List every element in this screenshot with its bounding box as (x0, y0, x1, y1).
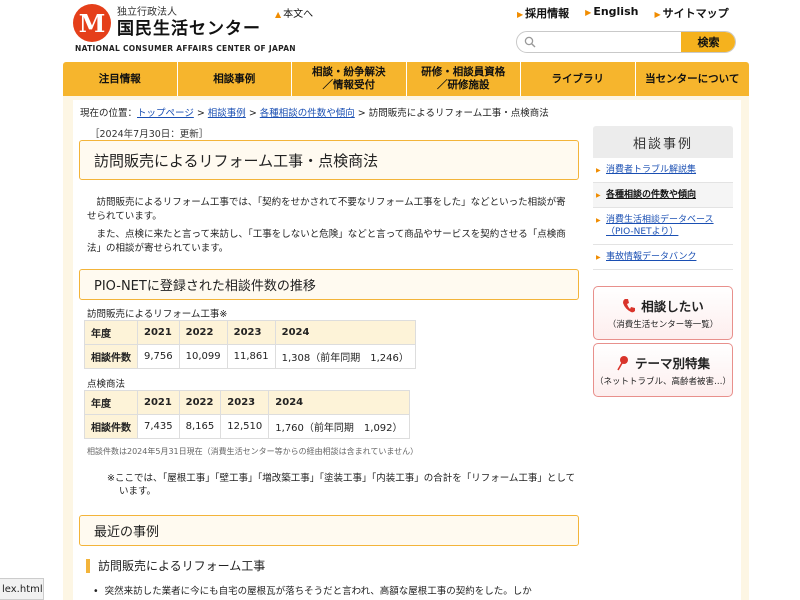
nav-item-training[interactable]: 研修・相談員資格 ／研修施設 (407, 62, 521, 96)
phone-icon (623, 298, 636, 312)
table-row: 年度 2021 2022 2023 2024 (84, 320, 416, 345)
reform-count-table: 年度 2021 2022 2023 2024 相談件数 9,756 10,099… (84, 320, 416, 369)
table-row: 相談件数 7,435 8,165 12,510 1,760（前年同期 1,092… (84, 414, 410, 439)
logo-mark-icon: M (73, 4, 111, 42)
global-nav: 注目情報 相談事例 相談・紛争解決 ／情報受付 研修・相談員資格 ／研修施設 ラ… (63, 62, 749, 96)
recent-cases-heading: 最近の事例 (79, 515, 579, 546)
table-caption-inspection: 点検商法 (87, 379, 126, 390)
top-link-recruit[interactable]: ▶ 採用情報 (517, 5, 569, 21)
update-date: ［2024年7月30日：更新］ (90, 129, 209, 140)
sidebar-heading: 相談事例 (593, 126, 733, 158)
nav-item-cases[interactable]: 相談事例 (178, 62, 292, 96)
triangle-icon: ▶ (517, 10, 524, 19)
bullet-icon: • (93, 586, 105, 597)
search-input[interactable] (541, 34, 691, 50)
triangle-icon: ▲ (275, 10, 282, 19)
page-title: 訪問販売によるリフォーム工事・点検商法 (79, 140, 579, 180)
logo-text: 独立行政法人 国民生活センター (117, 7, 261, 39)
intro-paragraph-1: 訪問販売によるリフォーム工事では、「契約をせかされて不要なリフォーム工事をした」… (87, 197, 566, 222)
table-row: 相談件数 9,756 10,099 11,861 1,308（前年同期 1,24… (84, 344, 416, 369)
top-link-english[interactable]: ▶ English (585, 5, 638, 21)
top-link-sitemap[interactable]: ▶ サイトマップ (654, 5, 728, 21)
triangle-icon: ▶ (585, 8, 592, 17)
sidebar-item-counts[interactable]: 各種相談の件数や傾向 (593, 183, 733, 208)
skip-to-content-link[interactable]: ▲ 本文へ (275, 5, 313, 20)
nav-item-about[interactable]: 当センターについて (636, 62, 750, 96)
table-caption-reform: 訪問販売によるリフォーム工事※ (87, 309, 228, 320)
table-row: 年度 2021 2022 2023 2024 (84, 390, 410, 415)
sidebar-item-pio-net-db[interactable]: 消費生活相談データベース（PIO-NETより） (593, 208, 733, 245)
breadcrumb-current: 訪問販売によるリフォーム工事・点検商法 (368, 108, 549, 119)
heading-bar (86, 558, 90, 573)
nav-item-featured[interactable]: 注目情報 (63, 62, 178, 96)
breadcrumb-link-top[interactable]: トップページ (137, 108, 194, 119)
site-search: 検索 (516, 31, 736, 53)
theme-feature-button[interactable]: テーマ別特集 （ネットトラブル、高齢者被害…） (593, 343, 733, 397)
nav-item-library[interactable]: ライブラリ (521, 62, 636, 96)
search-icon (524, 36, 536, 48)
nav-item-dispute[interactable]: 相談・紛争解決 ／情報受付 (292, 62, 407, 96)
pushpin-icon (617, 355, 628, 370)
status-url-tab: lex.html (0, 578, 44, 600)
sidebar-item-accident-db[interactable]: 事故情報データバンク (593, 245, 733, 270)
search-button[interactable]: 検索 (681, 32, 735, 52)
consult-button[interactable]: 相談したい （消費生活センター等一覧） (593, 286, 733, 340)
top-links: ▶ 採用情報 ▶ English ▶ サイトマップ (517, 5, 729, 21)
inspection-count-table: 年度 2021 2022 2023 2024 相談件数 7,435 8,165 … (84, 390, 410, 439)
reform-definition-note: ※ここでは、「屋根工事」「壁工事」「増改築工事」「塗装工事」「内装工事」の合計を… (107, 473, 576, 497)
triangle-icon: ▶ (654, 10, 661, 19)
org-name-english: NATIONAL CONSUMER AFFAIRS CENTER OF JAPA… (75, 44, 296, 53)
breadcrumb: 現在の位置：トップページ > 相談事例 > 各種相談の件数や傾向 > 訪問販売によるリフォー… (80, 108, 549, 119)
site-header: M 独立行政法人 国民生活センター NATIONAL CONSUMER AFFA… (0, 0, 800, 62)
org-type: 独立行政法人 (117, 7, 177, 18)
site-logo[interactable]: M 独立行政法人 国民生活センター (73, 4, 261, 42)
data-as-of-note: 相談件数は2024年5月31日現在（消費生活センター等からの経由相談は含まれてい… (87, 447, 419, 456)
org-name: 国民生活センター (117, 19, 261, 39)
sidebar: 相談事例 消費者トラブル解説集 各種相談の件数や傾向 消費生活相談データベース（… (593, 126, 733, 270)
reform-subheading: 訪問販売によるリフォーム工事 (86, 557, 265, 574)
pio-net-heading: PIO-NETに登録された相談件数の推移 (79, 269, 579, 300)
case-bullet: • 突然来訪した業者に今にも自宅の屋根瓦が落ちそうだと言われ、高額な屋根工事の契… (93, 586, 532, 597)
breadcrumb-link-counts[interactable]: 各種相談の件数や傾向 (260, 108, 355, 119)
sidebar-item-trouble-guide[interactable]: 消費者トラブル解説集 (593, 158, 733, 183)
breadcrumb-link-cases[interactable]: 相談事例 (208, 108, 246, 119)
intro-paragraph-2: また、点検に来たと言って来訪し、「工事をしないと危険」などと言って商品やサービス… (87, 229, 566, 254)
